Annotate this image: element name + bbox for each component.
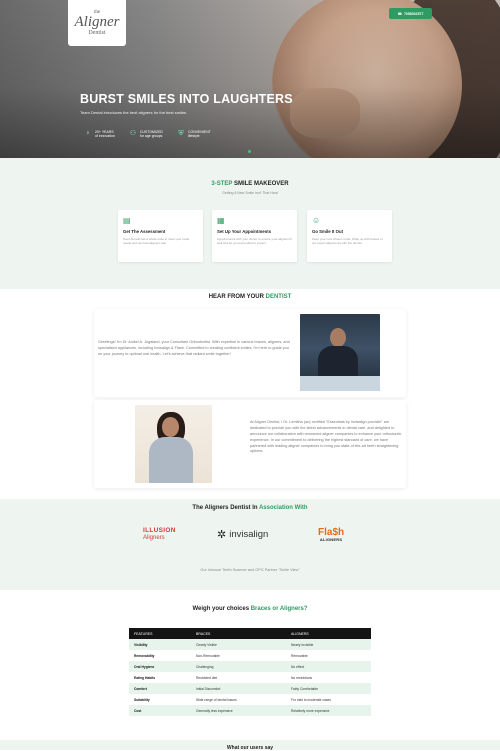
- logo-main: Aligner: [74, 14, 120, 30]
- association-title: The Aligners Dentist In Association With: [192, 505, 308, 511]
- shield-icon: ⛨: [178, 130, 184, 137]
- stat-line2: for age groups: [139, 134, 163, 139]
- calendar-icon: ▦: [217, 216, 225, 225]
- hear-title: HEAR FROM YOUR DENTIST: [208, 294, 292, 300]
- association-section: [0, 499, 500, 590]
- table-row: Oral Hygiene Challenging No effect: [129, 661, 371, 672]
- table-header-row: FEATURES BRACES ALIGNERS: [129, 628, 371, 639]
- hero-subtitle: Team Dental introduces the best aligners…: [80, 110, 188, 115]
- doctor1-text: Greetings! I'm Dr. Anikel A. Jugaland, y…: [98, 340, 290, 356]
- compare-title: Weigh your choices Braces or Aligners?: [192, 606, 308, 612]
- illusion-aligners-logo[interactable]: ILLUSION Aligners: [143, 527, 176, 540]
- lightbulb-icon: ♀: [85, 130, 91, 137]
- doctor2-text: At Aligner Dentist, I Dr. Lemitha (an) c…: [250, 420, 402, 454]
- invisalign-logo[interactable]: ✲ invisalign: [217, 528, 268, 541]
- table-row: Eating Habits Restricted diet No restricti…: [134, 675, 313, 680]
- header-features: FEATURES: [129, 628, 191, 639]
- smile-icon: ☺: [312, 216, 321, 225]
- call-button-label: 7058032577: [403, 11, 424, 16]
- table-row: Comfort Initial Discomfort Fairly Comforta…: [129, 683, 371, 694]
- stat-customized: ⚇ CUSTOMIZED for age groups: [129, 130, 163, 139]
- table-row: Suitability Wide range of dental issues Fo…: [134, 697, 331, 702]
- users-icon: ⚇: [129, 130, 136, 137]
- header-braces: BRACES: [191, 628, 286, 639]
- hero-banner: the Aligner Dentist ☎ 7058032577 BURST S…: [0, 0, 500, 158]
- step-title: Set Up Your Appointments: [217, 229, 272, 234]
- stat-line2: of innovation: [95, 134, 115, 139]
- invisalign-star-icon: ✲: [217, 529, 227, 541]
- steps-title: 3-STEP SMILE MAKEOVER: [211, 181, 289, 187]
- carousel-dot[interactable]: [248, 150, 251, 153]
- stat-line2: lifestyle: [187, 134, 200, 139]
- testimonials-title: What our users say: [226, 745, 274, 751]
- header-aligners: ALIGNERS: [286, 628, 371, 639]
- call-button[interactable]: ☎ 7058032577: [389, 8, 432, 19]
- association-note: Our Inhouse Teeth Scanner and OPG Partne…: [200, 568, 300, 572]
- step-title: Get The Assessment: [123, 229, 166, 234]
- flash-aligners-logo[interactable]: Fla$h ALIGNERS: [318, 528, 344, 542]
- step-card-assessment: ▤ Get The Assessment Team Dental has a w…: [118, 210, 203, 262]
- step-text: Appointments with your doctor to ensure …: [217, 237, 292, 246]
- clipboard-icon: ▤: [123, 216, 131, 225]
- doctor2-photo: [135, 405, 212, 483]
- comparison-table: FEATURES BRACES ALIGNERS Visibility Clear…: [129, 628, 371, 716]
- table-row: Removability Non-Removable Removable: [134, 653, 308, 658]
- step-text: Team Dental has a whole suite to meet yo…: [123, 237, 190, 246]
- stat-convenient: ⛨ CONVENIENT lifestyle: [177, 130, 211, 139]
- step-card-appointments: ▦ Set Up Your Appointments Appointments …: [212, 210, 297, 262]
- step-text: Keep your new chosen smile. Wrap up with…: [312, 237, 383, 246]
- table-row: Visibility Clearly Visible Nearly Invisibl…: [129, 639, 371, 650]
- hero-stats: ♀ 20+ YEARS of innovation ⚇ CUSTOMIZED for…: [84, 130, 211, 139]
- step-title: Go Smile It Out: [312, 229, 344, 234]
- phone-icon: ☎: [397, 11, 402, 16]
- doctor1-photo: [300, 314, 380, 391]
- table-row: Cost Generally less expensive Relatively m…: [129, 705, 371, 716]
- hero-title: BURST SMILES INTO LAUGHTERS: [80, 92, 293, 106]
- logo-sub: Dentist: [88, 30, 106, 36]
- step-card-smile: ☺ Go Smile It Out Keep your new chosen s…: [307, 210, 392, 262]
- stat-years: ♀ 20+ YEARS of innovation: [84, 130, 115, 139]
- steps-subtitle: Getting A New Smile Isn't That Hard: [222, 191, 278, 195]
- site-logo[interactable]: the Aligner Dentist: [68, 0, 126, 46]
